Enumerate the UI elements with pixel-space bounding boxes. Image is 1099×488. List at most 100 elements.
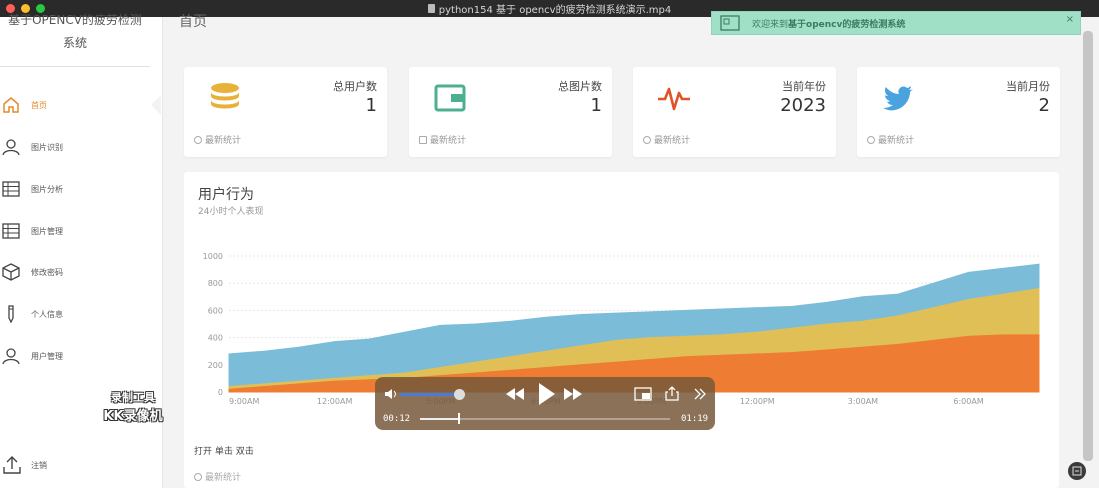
y-tick-label: 200	[208, 361, 223, 370]
window-title: python154 基于 opencv的疲劳检测系统演示.mp4	[427, 1, 672, 16]
logout-icon	[3, 456, 21, 474]
home-icon	[3, 97, 19, 113]
volume-level	[400, 393, 456, 396]
welcome-system-name: 基于opencv的疲劳检测系统	[788, 19, 906, 30]
sidebar-item-image-management[interactable]: 图片管理	[0, 219, 160, 243]
card-value: 1	[365, 95, 377, 116]
card-footer-text: 最新统计	[430, 136, 467, 146]
total-time: 01:19	[681, 414, 709, 424]
stat-card-month: 当前月份 2 最新统计	[857, 67, 1060, 157]
database-icon	[211, 83, 239, 109]
close-icon[interactable]: ×	[1066, 14, 1074, 25]
window-title-text: python154 基于 opencv的疲劳检测系统演示.mp4	[438, 5, 672, 16]
sidebar-item-label: 个人信息	[31, 309, 63, 319]
card-footer: 最新统计	[867, 133, 914, 146]
y-tick-label: 0	[218, 388, 223, 397]
sidebar-item-label: 修改密码	[31, 267, 63, 277]
x-tick-label: 12:00PM	[740, 397, 775, 406]
page-title: 首页	[179, 14, 207, 30]
panel-footer: 最新统计	[194, 470, 241, 483]
pulse-icon	[658, 87, 690, 111]
refresh-icon	[867, 135, 875, 144]
stat-card-images: 总图片数 1 最新统计	[409, 67, 612, 157]
seek-progress	[420, 418, 458, 420]
user-icon	[2, 348, 20, 365]
sidebar-item-image-analysis[interactable]: 图片分析	[0, 177, 160, 201]
vertical-scrollbar[interactable]	[1083, 31, 1093, 461]
welcome-banner: 欢迎来到基于opencv的疲劳检测系统 ×	[711, 11, 1081, 35]
wallet-icon	[434, 84, 466, 112]
capture-icon	[1072, 466, 1082, 476]
video-player-controls: 00:12 01:19	[375, 377, 715, 430]
current-time: 00:12	[383, 414, 411, 424]
recorder-watermark: 录制工具 KK录像机	[88, 388, 178, 426]
fast-forward-icon[interactable]	[564, 388, 582, 400]
volume-slider-knob[interactable]	[454, 389, 465, 400]
calendar-icon	[419, 135, 427, 144]
x-tick-label: 9:00AM	[229, 397, 259, 406]
sidebar-item-label: 图片分析	[31, 184, 63, 194]
table-icon	[2, 223, 20, 239]
sidebar-item-label: 用户管理	[31, 351, 63, 361]
sidebar-item-label: 图片识别	[31, 142, 63, 152]
welcome-message: 欢迎来到基于opencv的疲劳检测系统	[752, 17, 905, 30]
card-footer-text: 最新统计	[205, 136, 242, 146]
watermark-line-1: 录制工具	[111, 391, 155, 404]
card-value: 1	[590, 95, 602, 116]
grid-icon	[720, 15, 740, 31]
x-tick-label: 3:00AM	[848, 397, 878, 406]
panel-title: 用户行为	[198, 187, 254, 203]
card-footer-text: 最新统计	[654, 136, 691, 146]
sidebar-item-home[interactable]: 首页	[0, 93, 161, 117]
panel-actions: 打开 单击 双击	[194, 447, 254, 457]
cube-icon	[2, 263, 20, 281]
card-label: 当前月份	[1006, 80, 1050, 93]
seek-handle[interactable]	[458, 413, 460, 424]
card-label: 总用户数	[333, 80, 377, 93]
table-icon	[2, 181, 20, 197]
y-tick-label: 800	[208, 279, 223, 288]
volume-icon[interactable]	[384, 387, 398, 401]
sidebar-item-change-password[interactable]: 修改密码	[0, 260, 160, 284]
card-value: 2	[1038, 95, 1050, 116]
logout-button[interactable]: 注销	[0, 453, 120, 477]
sidebar-item-profile[interactable]: 个人信息	[0, 302, 160, 326]
rewind-icon[interactable]	[506, 388, 524, 400]
card-footer: 最新统计	[194, 133, 241, 146]
card-footer-text: 最新统计	[878, 136, 915, 146]
twitter-icon	[883, 86, 913, 111]
sidebar-item-image-recognition[interactable]: 图片识别	[0, 135, 160, 159]
y-tick-label: 1000	[203, 252, 223, 261]
panel-footer-text: 最新统计	[205, 473, 242, 483]
card-label: 当前年份	[782, 80, 826, 93]
stat-card-year: 当前年份 2023 最新统计	[633, 67, 836, 157]
refresh-icon	[194, 135, 202, 144]
document-icon	[427, 4, 435, 13]
screenshot-button[interactable]	[1068, 462, 1086, 480]
y-tick-label: 400	[208, 334, 223, 343]
user-icon	[2, 139, 20, 156]
more-controls-icon[interactable]	[693, 388, 707, 400]
card-label: 总图片数	[558, 80, 602, 93]
user-behavior-panel: 用户行为 24小时个人表现 0 200 400 600 800 1000 9:00AM 12:…	[184, 172, 1059, 488]
brand-line-1: 基于OPENCV的疲劳检测	[8, 13, 142, 27]
brand-title: 基于OPENCV的疲劳检测 系统	[0, 9, 150, 55]
sidebar-item-user-management[interactable]: 用户管理	[0, 344, 160, 368]
refresh-icon	[194, 472, 202, 481]
sidebar-item-label: 图片管理	[31, 226, 63, 236]
app-window: 基于OPENCV的疲劳检测 系统 首页 图片识别 图片分析 图片管理 修改密码 …	[0, 11, 1099, 488]
card-footer: 最新统计	[419, 133, 466, 146]
share-icon[interactable]	[665, 386, 679, 401]
stat-card-users: 总用户数 1 最新统计	[184, 67, 387, 157]
x-tick-label: 12:00AM	[317, 397, 353, 406]
welcome-prefix: 欢迎来到	[752, 19, 789, 30]
picture-in-picture-icon[interactable]	[634, 387, 652, 401]
brand-line-2: 系统	[62, 36, 87, 50]
x-tick-label: 6:00AM	[953, 397, 983, 406]
card-footer: 最新统计	[643, 133, 690, 146]
card-value: 2023	[780, 95, 826, 116]
pencil-icon	[8, 305, 14, 323]
y-tick-label: 600	[208, 306, 223, 315]
play-icon[interactable]	[537, 383, 555, 405]
sidebar-item-label: 首页	[31, 100, 47, 110]
